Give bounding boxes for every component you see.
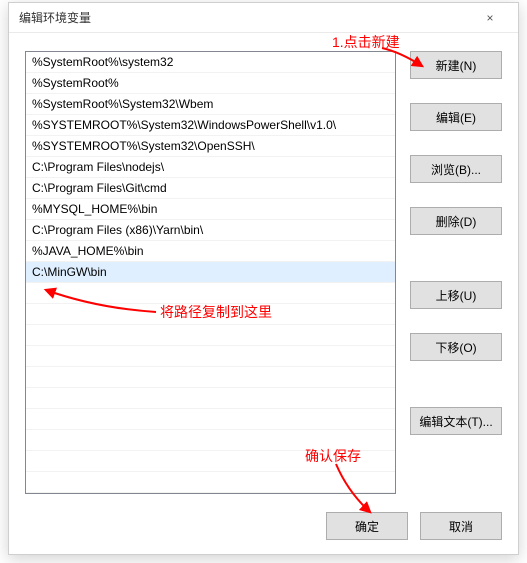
list-item-empty[interactable]: . (26, 451, 395, 472)
list-item-empty[interactable]: . (26, 388, 395, 409)
delete-button[interactable]: 删除(D) (410, 207, 502, 235)
list-item-empty[interactable]: . (26, 283, 395, 304)
list-item[interactable]: C:\MinGW\bin (26, 262, 395, 283)
list-item[interactable]: C:\Program Files\nodejs\ (26, 157, 395, 178)
browse-button[interactable]: 浏览(B)... (410, 155, 502, 183)
edit-button[interactable]: 编辑(E) (410, 103, 502, 131)
list-item-empty[interactable]: . (26, 304, 395, 325)
window-title: 编辑环境变量 (19, 9, 470, 26)
list-item-empty[interactable]: . (26, 409, 395, 430)
cancel-button[interactable]: 取消 (420, 512, 502, 540)
path-listbox[interactable]: %SystemRoot%\system32%SystemRoot%%System… (25, 51, 396, 494)
move-up-button[interactable]: 上移(U) (410, 281, 502, 309)
path-list-inner: %SystemRoot%\system32%SystemRoot%%System… (26, 52, 395, 493)
dialog-footer: 确定 取消 (9, 508, 518, 554)
list-item[interactable]: %MYSQL_HOME%\bin (26, 199, 395, 220)
list-item[interactable]: %JAVA_HOME%\bin (26, 241, 395, 262)
dialog-body: %SystemRoot%\system32%SystemRoot%%System… (9, 33, 518, 508)
new-button[interactable]: 新建(N) (410, 51, 502, 79)
list-item[interactable]: %SystemRoot%\system32 (26, 52, 395, 73)
list-item[interactable]: %SystemRoot%\System32\Wbem (26, 94, 395, 115)
list-item-empty[interactable]: . (26, 325, 395, 346)
list-item[interactable]: %SystemRoot% (26, 73, 395, 94)
list-item[interactable]: %SYSTEMROOT%\System32\WindowsPowerShell\… (26, 115, 395, 136)
list-item[interactable]: C:\Program Files\Git\cmd (26, 178, 395, 199)
ok-button[interactable]: 确定 (326, 512, 408, 540)
list-item-empty[interactable]: . (26, 472, 395, 493)
list-item-empty[interactable]: . (26, 367, 395, 388)
list-item-empty[interactable]: . (26, 346, 395, 367)
list-item[interactable]: %SYSTEMROOT%\System32\OpenSSH\ (26, 136, 395, 157)
edit-env-var-dialog: 编辑环境变量 × %SystemRoot%\system32%SystemRoo… (8, 2, 519, 555)
list-item[interactable]: C:\Program Files (x86)\Yarn\bin\ (26, 220, 395, 241)
edit-text-button[interactable]: 编辑文本(T)... (410, 407, 502, 435)
close-icon: × (486, 11, 493, 25)
right-button-column: 新建(N) 编辑(E) 浏览(B)... 删除(D) 上移(U) 下移(O) 编… (410, 51, 502, 494)
titlebar: 编辑环境变量 × (9, 3, 518, 33)
close-button[interactable]: × (470, 4, 510, 32)
list-item-empty[interactable]: . (26, 430, 395, 451)
left-pane: %SystemRoot%\system32%SystemRoot%%System… (25, 51, 396, 494)
move-down-button[interactable]: 下移(O) (410, 333, 502, 361)
